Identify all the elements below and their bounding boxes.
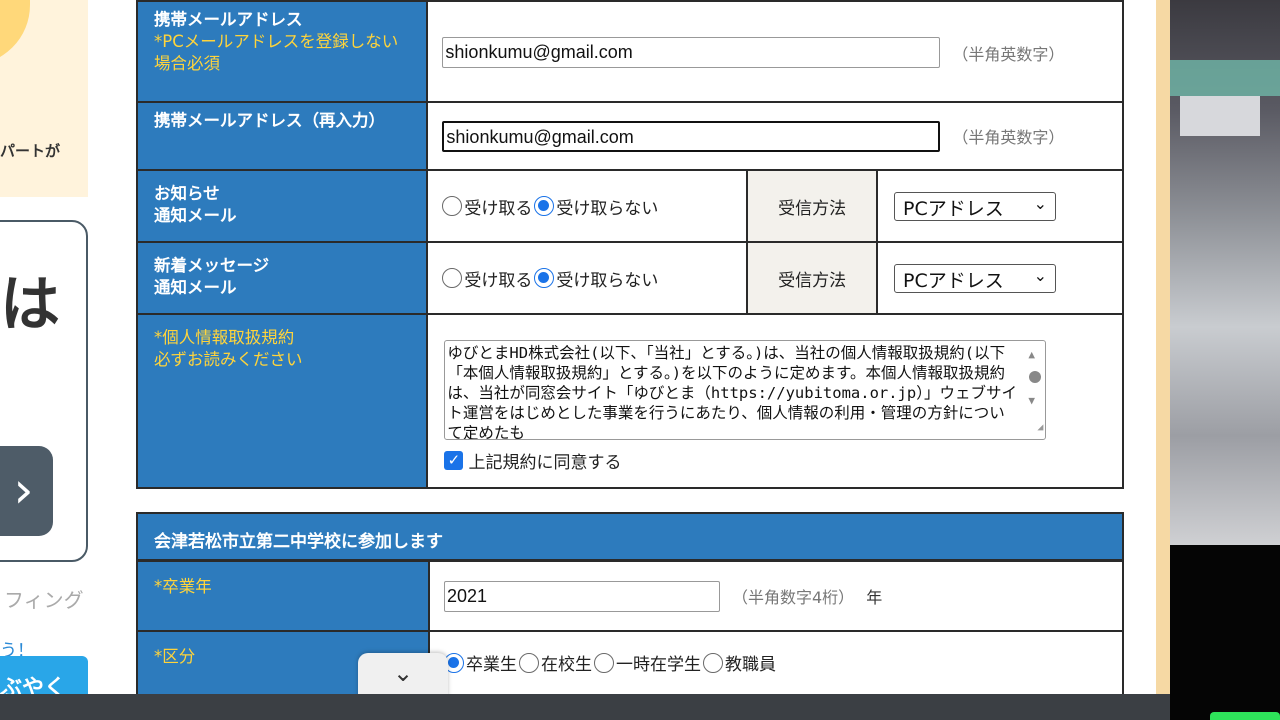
- radio-label: 受け取る: [464, 198, 533, 219]
- cell-category: 卒業生 在校生 一時在学生 教職員: [428, 630, 1124, 702]
- select-value: PCアドレス: [903, 197, 1004, 220]
- agree-checkbox[interactable]: ✓: [444, 451, 464, 470]
- radio-label: 受け取らない: [556, 270, 659, 291]
- radio-label: 卒業生: [466, 655, 517, 675]
- radio-category-temporary[interactable]: [594, 652, 614, 673]
- radio-notice-receive[interactable]: [442, 196, 463, 216]
- radio-message-receive[interactable]: [442, 268, 463, 288]
- label-privacy: *個人情報取扱規約 必ずお読みください: [135, 313, 429, 489]
- grad-year-input[interactable]: 2021: [444, 580, 720, 612]
- resize-handle-icon[interactable]: ◢: [1037, 418, 1043, 438]
- select-value: PCアドレス: [903, 269, 1004, 292]
- privacy-policy-textarea[interactable]: ゆびとまHD株式会社(以下、「当社」とする。)は、当社の個人情報取扱規約(以下「…: [444, 340, 1047, 440]
- message-method-select[interactable]: PCアドレス ⌄: [894, 263, 1057, 293]
- label-notice-mail: お知らせ 通知メール: [135, 169, 429, 243]
- cell-notice-mail: 受け取る 受け取らない: [426, 169, 749, 243]
- left-sidebar: パートが は › フィング う！ ぶやく: [0, 0, 92, 720]
- label-mobile-email-confirm: 携帯メールアドレス（再入力）: [135, 101, 429, 171]
- sidebar-text: フィング: [4, 588, 84, 612]
- radio-label: 在校生: [541, 655, 592, 675]
- privacy-policy-text: ゆびとまHD株式会社(以下、「当社」とする。)は、当社の個人情報取扱規約(以下「…: [447, 344, 1017, 440]
- label-message-method: 受信方法: [746, 241, 879, 315]
- format-hint: （半角英数字）: [952, 44, 1065, 64]
- webcam-background-object: [1180, 96, 1260, 136]
- radio-message-not-receive[interactable]: [534, 268, 555, 288]
- registration-form: 携帯メールアドレス *PCメールアドレスを登録しない場合必須 shionkumu…: [135, 0, 1124, 489]
- notice-method-select[interactable]: PCアドレス ⌄: [894, 191, 1057, 221]
- promo-illustration: [0, 0, 30, 65]
- promo-text: パートが: [0, 142, 61, 160]
- label-text: 携帯メールアドレス: [154, 10, 303, 29]
- taskbar-accent: [1210, 712, 1280, 720]
- mobile-email-input[interactable]: shionkumu@gmail.com: [442, 37, 941, 68]
- mobile-email-confirm-input[interactable]: shionkumu@gmail.com: [442, 120, 941, 152]
- cell-mobile-email: shionkumu@gmail.com （半角英数字）: [426, 0, 1124, 103]
- radio-label: 一時在学生: [616, 655, 701, 675]
- cell-message-method: PCアドレス ⌄: [876, 241, 1124, 315]
- required-note: *PCメールアドレスを登録しない場合必須: [154, 32, 399, 73]
- chevron-down-icon: ⌄: [392, 659, 414, 687]
- label-text: 新着メッセージ: [154, 256, 270, 275]
- promo-banner[interactable]: パートが: [0, 0, 88, 197]
- label-notice-method: 受信方法: [746, 169, 879, 243]
- required-note: 必ずお読みください: [154, 350, 303, 369]
- label-text: 携帯メールアドレス（再入力）: [154, 111, 385, 130]
- webcam-background-shelf: [1170, 60, 1280, 96]
- radio-notice-not-receive[interactable]: [534, 196, 555, 216]
- label-message-mail: 新着メッセージ 通知メール: [135, 241, 429, 315]
- label-grad-year: *卒業年: [136, 560, 430, 632]
- scroll-up-icon[interactable]: ▲: [1028, 345, 1035, 365]
- format-hint: （半角数字4桁）: [732, 588, 855, 607]
- scroll-down-icon[interactable]: ▼: [1028, 391, 1035, 411]
- cell-mobile-email-confirm: shionkumu@gmail.com （半角英数字）: [426, 101, 1124, 171]
- webcam-black-area: [1170, 545, 1280, 720]
- scroll-thumb[interactable]: [1029, 371, 1042, 383]
- feature-card-text: は: [0, 270, 60, 340]
- page-gutter: [1156, 0, 1170, 720]
- webcam-overlay: [1170, 0, 1280, 545]
- year-unit: 年: [866, 588, 883, 607]
- cell-message-mail: 受け取る 受け取らない: [426, 241, 749, 315]
- cell-privacy: ゆびとまHD株式会社(以下、「当社」とする。)は、当社の個人情報取扱規約(以下「…: [426, 313, 1124, 489]
- radio-category-student[interactable]: [519, 652, 539, 673]
- agree-label[interactable]: 上記規約に同意する: [469, 453, 622, 473]
- radio-label: 受け取る: [464, 270, 533, 291]
- cell-notice-method: PCアドレス ⌄: [876, 169, 1124, 243]
- taskbar: [0, 694, 1170, 720]
- agree-row: ✓ 上記規約に同意する: [444, 448, 1108, 473]
- radio-label: 受け取らない: [556, 198, 659, 219]
- school-section-title: 会津若松市立第二中学校に参加します: [136, 512, 1124, 561]
- label-text: *個人情報取扱規約: [154, 328, 295, 347]
- label-text: 通知メール: [154, 278, 237, 297]
- chevron-right-icon[interactable]: ›: [0, 446, 53, 536]
- chevron-down-icon: ⌄: [1033, 265, 1048, 285]
- label-mobile-email: 携帯メールアドレス *PCメールアドレスを登録しない場合必須: [135, 0, 429, 103]
- radio-category-staff[interactable]: [703, 652, 723, 673]
- chevron-down-icon: ⌄: [1033, 193, 1048, 213]
- label-text: お知らせ: [154, 184, 220, 203]
- radio-label: 教職員: [725, 655, 776, 675]
- label-text: *卒業年: [154, 577, 212, 596]
- school-form: *卒業年 2021 （半角数字4桁）年 *区分 卒業生 在校生 一時在学生 教職員: [136, 560, 1124, 702]
- label-text: 通知メール: [154, 206, 237, 225]
- format-hint: （半角英数字）: [952, 128, 1065, 147]
- scroll-down-button[interactable]: ⌄: [358, 653, 448, 698]
- cell-grad-year: 2021 （半角数字4桁） 年: [428, 560, 1124, 632]
